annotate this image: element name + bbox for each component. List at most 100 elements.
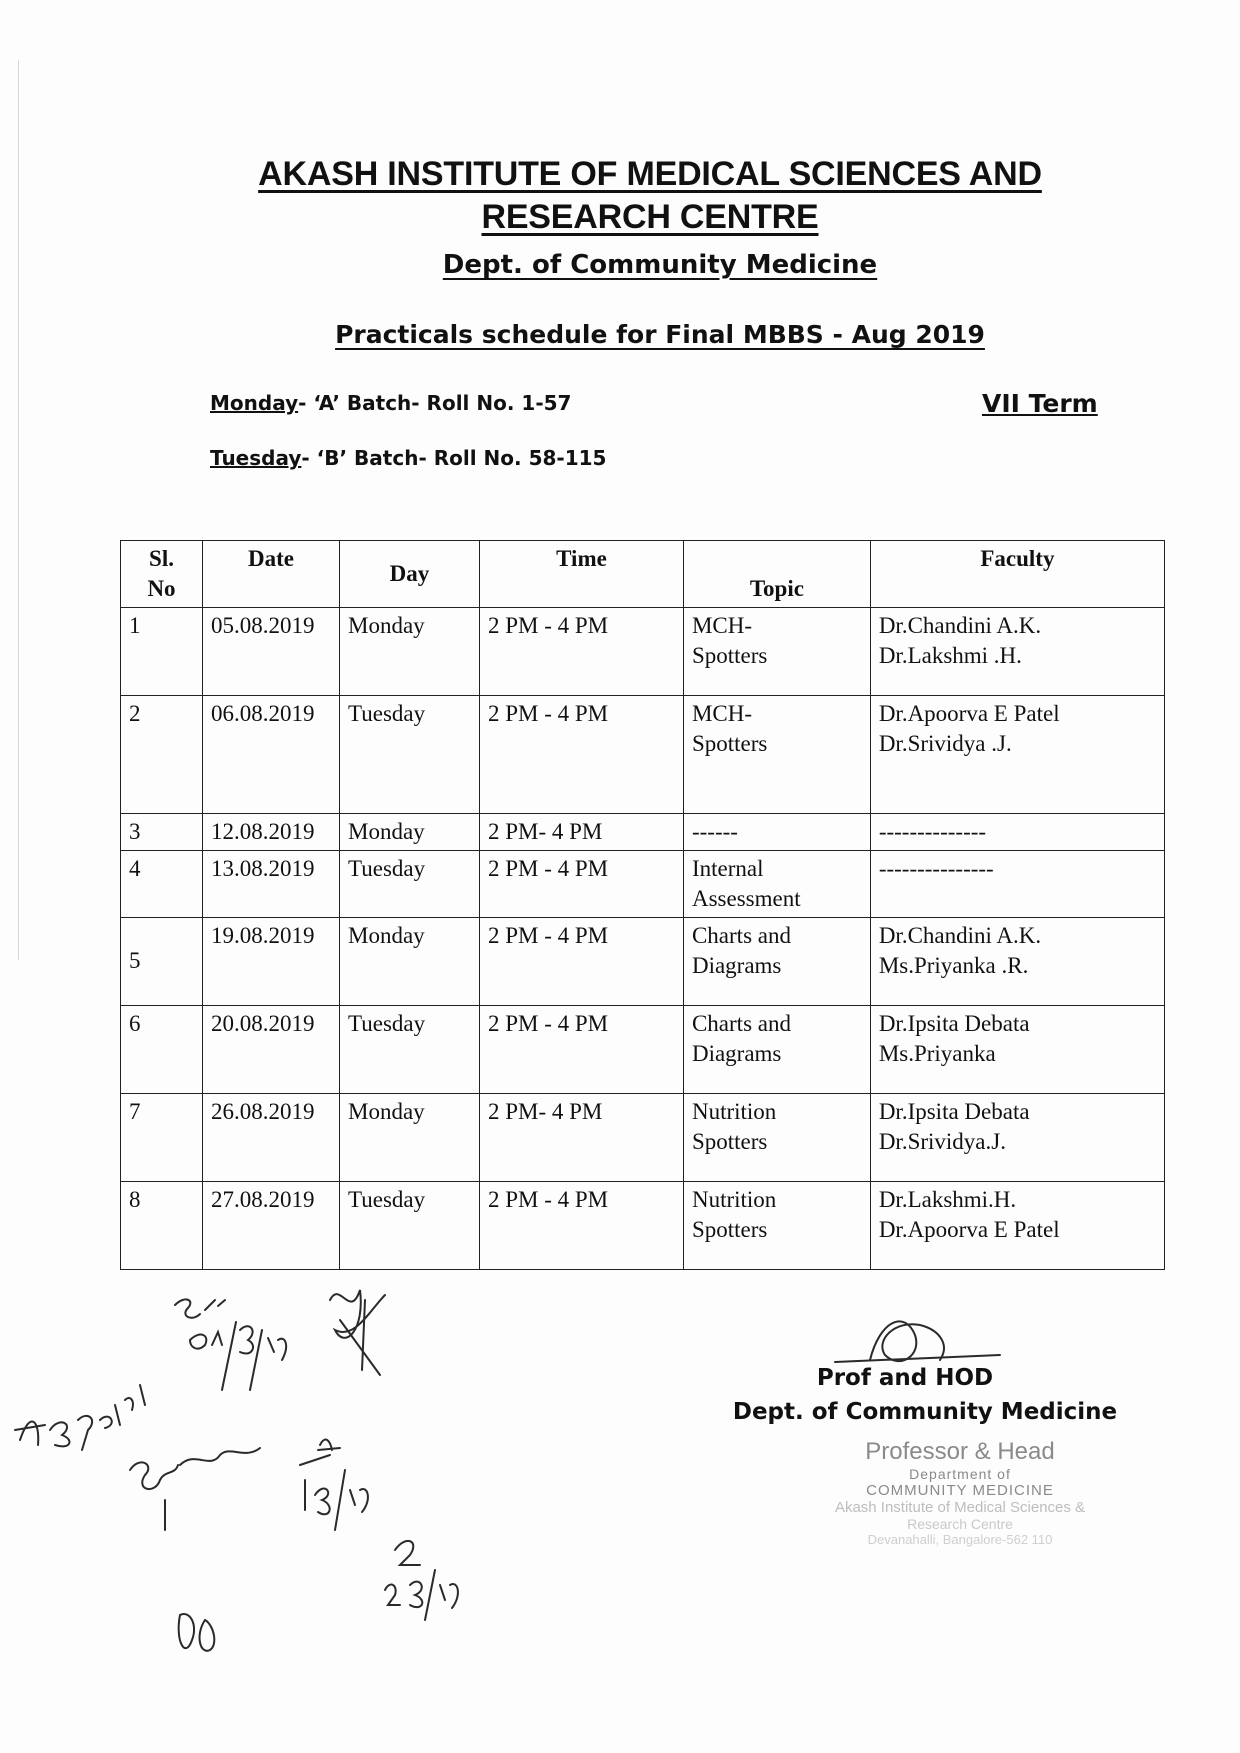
row-day: Monday	[339, 1092, 480, 1182]
stamp-line1: Professor & Head	[865, 1438, 1055, 1465]
stamp-line5: Research Centre	[907, 1516, 1013, 1532]
row-date: 13.08.2019	[202, 849, 340, 918]
faculty-line: Dr.Apoorva E Patel	[878, 701, 1060, 726]
row-topic: Internal Assessment	[682, 849, 871, 918]
faculty-line: Dr.Lakshmi.H.	[878, 1186, 1017, 1212]
row-faculty: Dr.Lakshmi.H. Dr.Apoorva E Patel	[869, 1180, 1166, 1270]
row-faculty: Dr.Ipsita Debata Ms.Priyanka	[869, 1004, 1166, 1094]
table-row: 3 12.08.2019 Monday 2 PM- 4 PM ------ -------…	[120, 813, 1166, 851]
row-date: 20.08.2019	[202, 1004, 340, 1094]
topic-line: MCH-	[691, 613, 753, 638]
term-label: VII Term	[982, 389, 1098, 418]
row-day: Tuesday	[339, 695, 480, 814]
faculty-line: Ms.Priyanka	[878, 1040, 996, 1066]
row-sl-number: 5	[120, 916, 203, 1006]
batch-a-details: - ‘A’ Batch- Roll No. 1-57	[298, 391, 572, 415]
institute-name-line2: RESEARCH CENTRE	[481, 198, 819, 236]
row-topic: Charts and Diagrams	[682, 916, 871, 1006]
department-title: Dept. of Community Medicine	[442, 250, 878, 280]
table-row: 4 13.08.2019 Tuesday 2 PM - 4 PM Internal Ass…	[120, 849, 1166, 918]
table-row: 5 19.08.2019 Monday 2 PM - 4 PM Charts and Di…	[120, 916, 1166, 1006]
stamp-line2: Department of	[909, 1466, 1011, 1482]
row-day: Monday	[339, 813, 480, 851]
row-date: 26.08.2019	[202, 1092, 340, 1182]
faculty-line: Ms.Priyanka .R.	[878, 952, 1029, 978]
header-faculty: Faculty	[869, 540, 1166, 608]
faculty-line: Dr.Chandini A.K.	[878, 613, 1042, 638]
batch-a-day: Monday	[210, 391, 299, 415]
topic-line: Diagrams	[691, 1040, 782, 1066]
topic-line: MCH-	[691, 701, 753, 726]
header-date: Date	[202, 540, 340, 608]
topic-line: Spotters	[691, 642, 768, 668]
institute-name-line1: AKASH INSTITUTE OF MEDICAL SCIENCES AND	[258, 155, 1042, 193]
row-faculty: --------------	[869, 813, 1166, 851]
batch-b-line: Tuesday- ‘B’ Batch- Roll No. 58-115	[210, 446, 606, 470]
signatory-department: Dept. of Community Medicine	[732, 1399, 1118, 1425]
page-edge	[18, 60, 19, 960]
row-day: Monday	[339, 607, 480, 696]
topic-line: Spotters	[691, 1128, 768, 1154]
row-faculty: Dr.Chandini A.K. Dr.Lakshmi .H.	[869, 607, 1166, 696]
topic-line: Charts and	[691, 922, 791, 948]
row-faculty: Dr.Ipsita Debata Dr.Srividya.J.	[869, 1092, 1166, 1182]
row-time: 2 PM - 4 PM	[478, 849, 684, 918]
row-topic: Nutrition Spotters	[682, 1180, 871, 1270]
row-time: 2 PM- 4 PM	[478, 813, 684, 851]
stamp-line3: COMMUNITY MEDICINE	[866, 1482, 1054, 1499]
topic-line: Charts and	[691, 1010, 791, 1036]
row-sl-number: 6	[120, 1004, 203, 1094]
row-date: 12.08.2019	[202, 813, 340, 851]
table-row: 1 05.08.2019 Monday 2 PM - 4 PM MCH- Spotters…	[120, 607, 1166, 696]
row-date: 19.08.2019	[202, 916, 340, 1006]
topic-line: Spotters	[691, 730, 768, 756]
row-sl-number: 1	[120, 607, 203, 696]
row-time: 2 PM - 4 PM	[478, 607, 684, 696]
row-date: 06.08.2019	[202, 695, 340, 814]
row-topic: Charts and Diagrams	[682, 1004, 871, 1094]
row-day: Tuesday	[339, 1180, 480, 1270]
faculty-line: Dr.Apoorva E Patel	[878, 1216, 1060, 1242]
row-day: Monday	[339, 916, 480, 1006]
signature-block: Prof and HOD Dept. of Community Medicine	[700, 1365, 1150, 1425]
faculty-line: Dr.Srividya.J.	[878, 1128, 1006, 1154]
department-stamp: Professor & Head Department of COMMUNITY…	[790, 1438, 1130, 1547]
row-topic: MCH- Spotters	[682, 607, 871, 696]
batch-b-details: - ‘B’ Batch- Roll No. 58-115	[301, 446, 607, 470]
row-faculty: Dr.Chandini A.K. Ms.Priyanka .R.	[869, 916, 1166, 1006]
topic-line: Nutrition	[691, 1098, 777, 1124]
stamp-line4: Akash Institute of Medical Sciences &	[834, 1499, 1086, 1516]
header-sl: Sl. No	[120, 540, 203, 608]
topic-line: ------	[691, 819, 738, 844]
topic-line: Diagrams	[691, 952, 782, 978]
row-time: 2 PM - 4 PM	[478, 695, 684, 814]
faculty-line: Dr.Srividya .J.	[878, 730, 1012, 756]
row-day: Tuesday	[339, 1004, 480, 1094]
row-sl-number: 3	[120, 813, 203, 851]
batch-a-line: Monday- ‘A’ Batch- Roll No. 1-57	[210, 391, 571, 415]
table-row: 7 26.08.2019 Monday 2 PM- 4 PM Nutrition Spot…	[120, 1092, 1166, 1182]
table-row: 8 27.08.2019 Tuesday 2 PM - 4 PM Nutrition Sp…	[120, 1180, 1166, 1270]
faculty-line: Dr.Chandini A.K.	[878, 922, 1042, 948]
schedule-table: Sl. No Date Day Time Topic Faculty 1 05.08…	[120, 540, 1166, 1270]
stamp-line6: Devanahalli, Bangalore-562 110	[867, 1532, 1053, 1547]
header-topic: Topic	[682, 540, 871, 608]
row-time: 2 PM- 4 PM	[478, 1092, 684, 1182]
faculty-line: Dr.Ipsita Debata	[878, 1010, 1030, 1036]
batch-b-day: Tuesday	[210, 446, 302, 470]
faculty-line: --------------	[878, 819, 987, 844]
header-time: Time	[478, 540, 684, 608]
hod-signature	[869, 1320, 945, 1362]
row-sl-number: 8	[120, 1180, 203, 1270]
signatory-title: Prof and HOD	[816, 1365, 994, 1391]
row-topic: Nutrition Spotters	[682, 1092, 871, 1182]
row-sl-number: 7	[120, 1092, 203, 1182]
table-header-row: Sl. No Date Day Time Topic Faculty	[120, 540, 1166, 608]
header-day: Day	[339, 540, 480, 608]
row-sl-number: 4	[120, 849, 203, 918]
topic-line: Internal	[691, 855, 764, 881]
schedule-title: Practicals schedule for Final MBBS - Aug…	[335, 320, 985, 349]
row-faculty: Dr.Apoorva E Patel Dr.Srividya .J.	[869, 695, 1166, 814]
row-time: 2 PM - 4 PM	[478, 1004, 684, 1094]
faculty-line: ---------------	[878, 855, 994, 881]
